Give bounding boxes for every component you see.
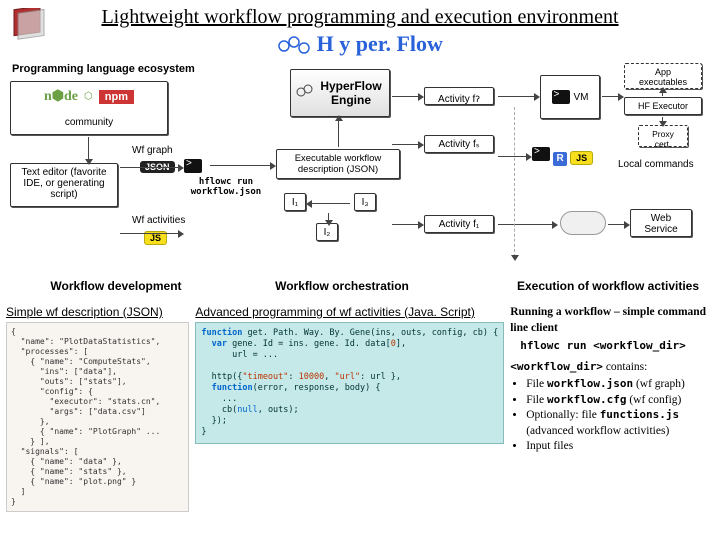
list-item: Optionally: file functions.js (advanced … — [526, 408, 714, 439]
arrow-to-exec — [210, 165, 272, 166]
js-code-column: Advanced programming of wf activities (J… — [195, 305, 504, 512]
cloud-icon — [560, 211, 606, 235]
arrow-2 — [120, 167, 180, 168]
activity-fs-box: Activity fₛ — [424, 135, 494, 153]
arrow-engine-up — [338, 119, 339, 147]
nodejs-icon: n⬢de — [44, 88, 78, 105]
cog-cluster-icon — [277, 31, 317, 56]
local-cmds-label: Local commands — [618, 159, 694, 170]
hf-executor-box: HF Executor — [624, 97, 702, 115]
vm-box: VM — [540, 75, 600, 119]
json-code-block: { "name": "PlotDataStatistics", "process… — [6, 322, 189, 512]
arrow-exec-up — [662, 91, 663, 96]
architecture-diagram: Programming language ecosystem n⬢de ⬡ np… — [4, 63, 716, 301]
npm-icon: npm — [99, 90, 134, 104]
hyperflow-engine-box: HyperFlow Engine — [290, 69, 390, 117]
activity-f1-box: Activity f₁ — [424, 215, 494, 233]
terminal-icon — [184, 159, 202, 173]
run-dir-line: <workflow_dir> contains: — [510, 360, 714, 376]
ecosystem-box: n⬢de ⬡ npm community — [10, 81, 168, 135]
proxy-cert-box: Proxy cert. — [638, 125, 688, 147]
col1-footer: Workflow development — [26, 279, 206, 293]
arrow-vm — [498, 96, 536, 97]
json-code-title: Simple wf description (JSON) — [6, 305, 189, 319]
terminal-icon-vm — [552, 90, 570, 104]
exec-wf-desc-box: Executable workflow description (JSON) — [276, 149, 400, 179]
col1-heading: Programming language ecosystem — [12, 63, 195, 75]
r-lang-icon: R — [553, 152, 567, 166]
arrow-vm-right — [602, 96, 620, 97]
hex-icon: ⬡ — [84, 91, 93, 102]
wf-graph-label: Wf graph — [132, 145, 173, 156]
i1-box: I₁ — [284, 193, 306, 211]
arrow-act-f1 — [392, 224, 420, 225]
community-label: community — [16, 117, 162, 128]
activity-fc-box: Activity fॽ — [424, 87, 494, 105]
arrow-act-fc — [392, 96, 420, 97]
json-code-column: Simple wf description (JSON) { "name": "… — [6, 305, 189, 512]
hflowc-cmd: hflowc run workflow.json — [182, 177, 270, 197]
run-heading: Running a workflow – simple command line… — [510, 305, 714, 336]
text-editor-box: Text editor (favorite IDE, or generating… — [10, 163, 118, 207]
arrow-1 — [88, 137, 89, 161]
web-cloud — [560, 211, 606, 238]
i3-box: I₃ — [354, 193, 376, 211]
dashed-separator — [514, 107, 515, 257]
arrow-3 — [120, 233, 180, 234]
arrow-i1i3 — [310, 203, 350, 204]
arrow-ws1 — [498, 224, 554, 225]
hyperflow-brand: H y per. Flow — [0, 31, 720, 61]
arrow-cert-down — [662, 117, 663, 123]
run-command: hflowc run <workflow_dir> — [520, 339, 714, 354]
col3-footer: Execution of workflow activities — [508, 279, 708, 293]
terminal-icon-local — [532, 147, 550, 161]
col2-footer: Workflow orchestration — [272, 279, 412, 293]
app-exec-box: App executables — [624, 63, 702, 89]
list-item: File workflow.cfg (wf config) — [526, 393, 714, 409]
run-contents-list: File workflow.json (wf graph) File workf… — [510, 377, 714, 455]
page-title: Lightweight workflow programming and exe… — [0, 0, 720, 31]
app-logo-icon — [12, 8, 48, 44]
local-cmd-icons: R JS — [532, 147, 593, 166]
arrow-local — [498, 156, 528, 157]
cog-icon — [296, 83, 314, 104]
web-service-box: Web Service — [630, 209, 692, 237]
js-code-title: Advanced programming of wf activities (J… — [195, 305, 504, 319]
arrow-ws2 — [608, 224, 626, 225]
arrow-i2 — [328, 213, 329, 222]
js-code-block: function get. Path. Way. By. Gene(ins, o… — [195, 322, 504, 444]
list-item: Input files — [526, 439, 714, 455]
arrow-act-fs — [392, 144, 420, 145]
js-badge-2: JS — [570, 151, 593, 165]
wf-activities-label: Wf activities — [132, 215, 185, 226]
list-item: File workflow.json (wf graph) — [526, 377, 714, 393]
run-workflow-column: Running a workflow – simple command line… — [510, 305, 714, 512]
